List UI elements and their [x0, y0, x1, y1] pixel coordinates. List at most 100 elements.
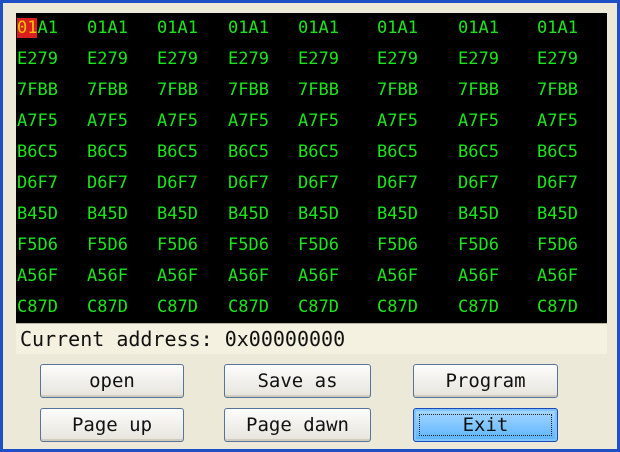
memory-cell[interactable]: B45D — [458, 199, 499, 230]
memory-cell[interactable]: B45D — [537, 199, 578, 230]
memory-cell[interactable]: 7FBB — [537, 75, 578, 106]
memory-cell[interactable]: 01A1 — [157, 13, 198, 44]
memory-cell[interactable]: 7FBB — [87, 75, 128, 106]
address-readout: Current address: 0x00000000 — [20, 327, 345, 351]
memory-cell[interactable]: F5D6 — [157, 230, 198, 261]
memory-cell[interactable]: C87D — [17, 292, 58, 323]
memory-cell[interactable]: A56F — [157, 261, 198, 292]
memory-cell[interactable]: 01A1 — [458, 13, 499, 44]
memory-cell[interactable]: B6C5 — [17, 137, 58, 168]
memory-cell[interactable]: D6F7 — [228, 168, 269, 199]
memory-cell[interactable]: D6F7 — [377, 168, 418, 199]
address-value: 0x00000000 — [224, 327, 346, 351]
memory-cell[interactable]: A7F5 — [298, 106, 339, 137]
memory-cell[interactable]: F5D6 — [87, 230, 128, 261]
memory-cell[interactable]: 01A1 — [17, 13, 58, 44]
memory-cell[interactable]: A56F — [17, 261, 58, 292]
memory-cell[interactable]: C87D — [298, 292, 339, 323]
memory-cell[interactable]: 01A1 — [298, 13, 339, 44]
memory-cell[interactable]: C87D — [87, 292, 128, 323]
memory-cell[interactable]: F5D6 — [17, 230, 58, 261]
memory-cell[interactable]: F5D6 — [377, 230, 418, 261]
address-status-bar: Current address: 0x00000000 — [16, 323, 607, 354]
memory-cell[interactable]: A56F — [377, 261, 418, 292]
memory-cell[interactable]: C87D — [458, 292, 499, 323]
memory-cell[interactable]: D6F7 — [458, 168, 499, 199]
memory-cell[interactable]: D6F7 — [157, 168, 198, 199]
memory-cell[interactable]: A56F — [537, 261, 578, 292]
memory-cell[interactable]: C87D — [537, 292, 578, 323]
memory-cell[interactable]: C87D — [157, 292, 198, 323]
program-button[interactable]: Program — [413, 364, 558, 398]
open-button[interactable]: open — [40, 364, 184, 398]
memory-cell[interactable]: D6F7 — [87, 168, 128, 199]
memory-cell[interactable]: C87D — [377, 292, 418, 323]
save-as-button-label: Save as — [257, 370, 338, 392]
memory-cell[interactable]: 7FBB — [458, 75, 499, 106]
memory-cell[interactable]: F5D6 — [298, 230, 339, 261]
memory-row: B6C5 B6C5 B6C5 B6C5 B6C5 B6C5 B6C5 B6C5 — [16, 137, 607, 168]
memory-cell[interactable]: 7FBB — [17, 75, 58, 106]
memory-cell[interactable]: B6C5 — [537, 137, 578, 168]
memory-cell[interactable]: A56F — [87, 261, 128, 292]
memory-cell[interactable]: A7F5 — [228, 106, 269, 137]
memory-cell[interactable]: E279 — [228, 44, 269, 75]
memory-cell[interactable]: 7FBB — [157, 75, 198, 106]
memory-cell[interactable]: B45D — [228, 199, 269, 230]
memory-cell[interactable]: 7FBB — [228, 75, 269, 106]
memory-cell[interactable]: B45D — [17, 199, 58, 230]
memory-cell[interactable]: B45D — [298, 199, 339, 230]
memory-cell[interactable]: F5D6 — [458, 230, 499, 261]
memory-hex-grid[interactable]: 01A1 01A1 01A1 01A1 01A1 01A1 01A1 01A1 E279 E279… — [16, 13, 607, 323]
memory-cell[interactable]: B6C5 — [87, 137, 128, 168]
memory-row: F5D6 F5D6 F5D6 F5D6 F5D6 F5D6 F5D6 F5D6 — [16, 230, 607, 261]
focus-indicator — [419, 414, 552, 436]
memory-cell[interactable]: 01A1 — [537, 13, 578, 44]
memory-cell[interactable]: A7F5 — [458, 106, 499, 137]
memory-row: E279 E279 E279 E279 E279 E279 E279 E279 — [16, 44, 607, 75]
memory-cell[interactable]: 01A1 — [377, 13, 418, 44]
memory-cell[interactable]: E279 — [377, 44, 418, 75]
memory-cell[interactable]: A7F5 — [377, 106, 418, 137]
memory-cell[interactable]: 7FBB — [298, 75, 339, 106]
memory-cell[interactable]: F5D6 — [537, 230, 578, 261]
address-label: Current address: — [20, 327, 213, 351]
page-up-button[interactable]: Page up — [40, 408, 184, 442]
memory-cell[interactable]: B6C5 — [228, 137, 269, 168]
memory-cell[interactable]: D6F7 — [537, 168, 578, 199]
memory-cell[interactable]: A7F5 — [157, 106, 198, 137]
memory-cell[interactable]: A7F5 — [537, 106, 578, 137]
memory-cell[interactable]: 01A1 — [228, 13, 269, 44]
save-as-button[interactable]: Save as — [224, 364, 371, 398]
page-down-button[interactable]: Page dawn — [224, 408, 371, 442]
memory-cell[interactable]: B45D — [157, 199, 198, 230]
memory-cell[interactable]: A56F — [298, 261, 339, 292]
memory-cell[interactable]: B45D — [377, 199, 418, 230]
memory-cell[interactable]: A56F — [228, 261, 269, 292]
memory-cell[interactable]: E279 — [87, 44, 128, 75]
memory-cell[interactable]: B6C5 — [298, 137, 339, 168]
exit-button[interactable]: Exit — [413, 408, 558, 442]
memory-cell[interactable]: E279 — [458, 44, 499, 75]
memory-cell[interactable]: A7F5 — [17, 106, 58, 137]
memory-row: B45D B45D B45D B45D B45D B45D B45D B45D — [16, 199, 607, 230]
memory-cell[interactable]: B6C5 — [458, 137, 499, 168]
memory-cell[interactable]: E279 — [17, 44, 58, 75]
memory-cell[interactable]: F5D6 — [228, 230, 269, 261]
memory-cell[interactable]: D6F7 — [17, 168, 58, 199]
memory-cell[interactable]: 01A1 — [87, 13, 128, 44]
memory-cell[interactable]: D6F7 — [298, 168, 339, 199]
edit-cursor: 01 — [17, 18, 38, 38]
page-down-button-label: Page dawn — [246, 414, 349, 436]
memory-cell[interactable]: B6C5 — [157, 137, 198, 168]
memory-cell[interactable]: E279 — [298, 44, 339, 75]
memory-cell[interactable]: B45D — [87, 199, 128, 230]
memory-cell[interactable]: E279 — [537, 44, 578, 75]
program-button-label: Program — [445, 370, 526, 392]
memory-cell[interactable]: C87D — [228, 292, 269, 323]
memory-cell[interactable]: B6C5 — [377, 137, 418, 168]
memory-cell[interactable]: E279 — [157, 44, 198, 75]
memory-cell[interactable]: A56F — [458, 261, 499, 292]
memory-cell[interactable]: A7F5 — [87, 106, 128, 137]
memory-cell[interactable]: 7FBB — [377, 75, 418, 106]
